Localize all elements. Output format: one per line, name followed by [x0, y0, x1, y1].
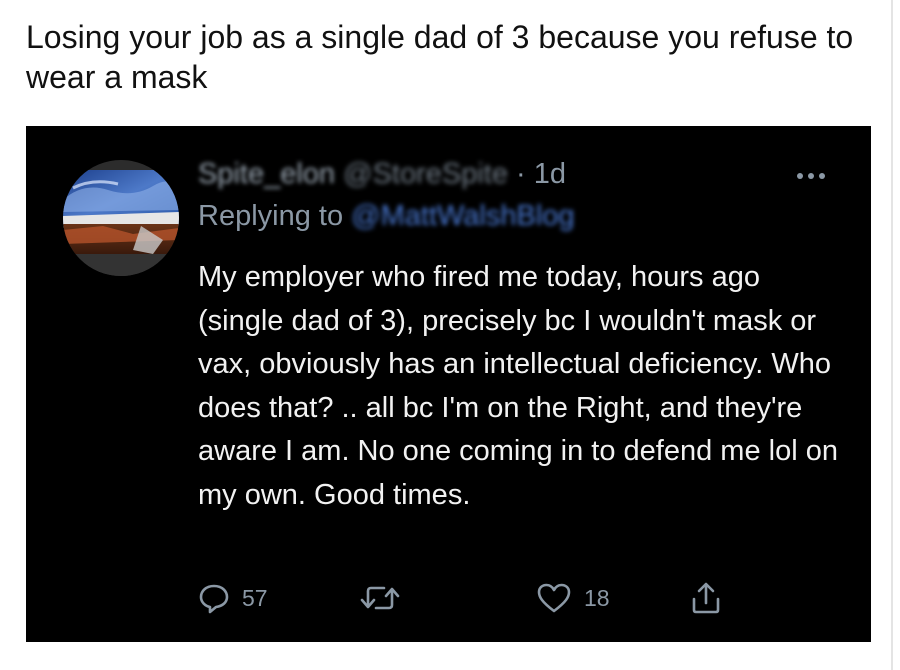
tweet-time: · 1d: [516, 158, 567, 190]
tweet-text: My employer who fired me today, hours ag…: [198, 261, 838, 511]
tweet-header: Spite_elon @StoreSpite · 1d: [198, 158, 566, 191]
heart-icon: [537, 583, 571, 613]
retweet-button[interactable]: [358, 578, 402, 618]
reply-count: 57: [242, 584, 268, 611]
replying-to-handle[interactable]: @MattWalshBlog: [351, 200, 574, 232]
post-caption: Losing your job as a single dad of 3 bec…: [26, 19, 854, 95]
share-icon: [692, 582, 720, 614]
more-dots-icon[interactable]: [796, 168, 826, 179]
avatar[interactable]: [63, 160, 179, 276]
reply-button[interactable]: 57: [198, 578, 268, 618]
like-count: 18: [584, 584, 610, 611]
replying-prefix: Replying to: [198, 200, 352, 232]
retweet-icon: [360, 586, 400, 610]
display-name[interactable]: Spite_elon: [198, 158, 335, 190]
replying-to: Replying to @MattWalshBlog: [198, 200, 575, 233]
tweet-screenshot: Spite_elon @StoreSpite · 1d Replying to …: [26, 126, 871, 642]
like-button[interactable]: 18: [536, 578, 610, 618]
share-button[interactable]: [690, 578, 722, 618]
page-border: [891, 0, 893, 670]
speech-bubble-icon: [199, 584, 229, 614]
user-handle[interactable]: @StoreSpite: [343, 158, 508, 190]
